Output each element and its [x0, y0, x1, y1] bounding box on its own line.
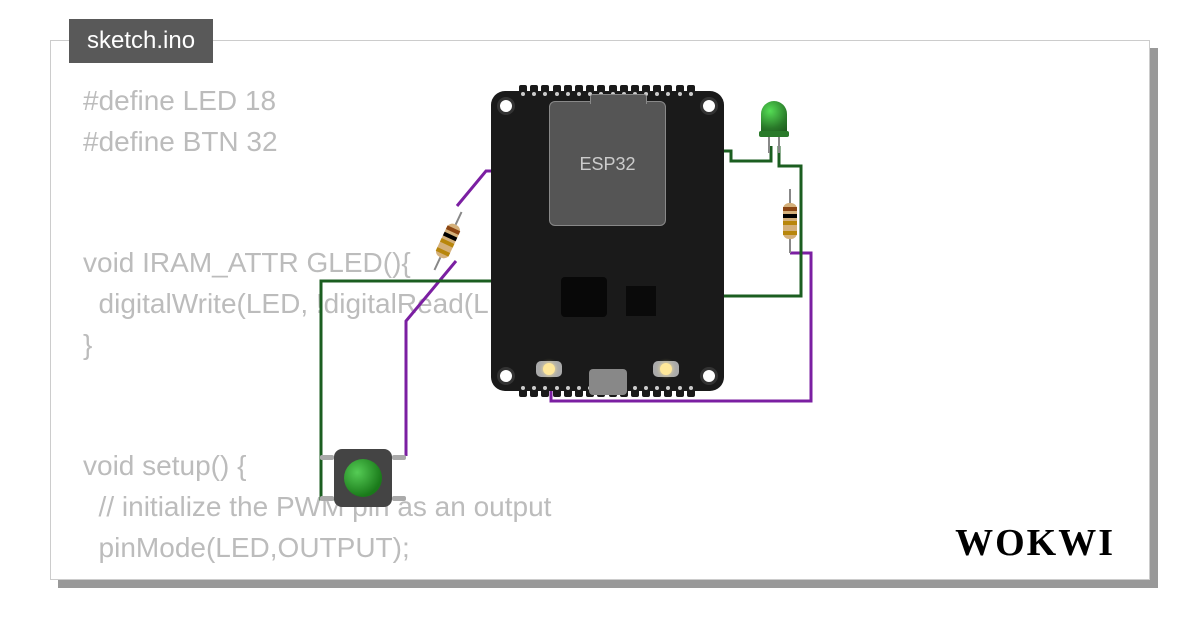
voltage-regulator [561, 277, 607, 317]
board-label: ESP32 [579, 154, 635, 175]
reset-button[interactable] [536, 361, 562, 377]
esp32-board[interactable]: ESP32 [491, 91, 724, 391]
resistor-2[interactable] [783, 191, 797, 251]
boot-button[interactable] [653, 361, 679, 377]
circuit-canvas[interactable]: ESP32 [311, 81, 961, 561]
led-green[interactable] [761, 101, 787, 149]
brand-logo: WOKWI [955, 521, 1115, 565]
push-button[interactable] [326, 441, 400, 515]
usb-port [589, 369, 627, 395]
project-card: sketch.ino #define LED 18 #define BTN 32… [50, 40, 1150, 580]
usb-chip [626, 286, 656, 316]
esp32-shield: ESP32 [549, 101, 666, 226]
file-tab[interactable]: sketch.ino [69, 19, 213, 63]
